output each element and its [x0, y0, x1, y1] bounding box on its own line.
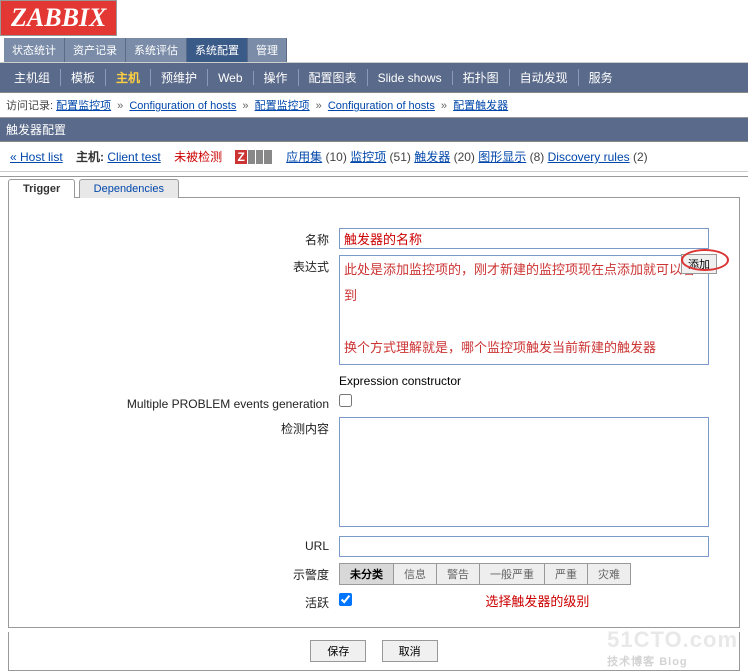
url-input[interactable]: [339, 536, 709, 557]
sub-tab[interactable]: 预维护: [151, 69, 208, 86]
sub-tab-row: 主机组模板主机预维护Web操作配置图表Slide shows拓扑图自动发现服务: [0, 63, 748, 93]
cancel-button[interactable]: 取消: [382, 640, 438, 662]
top-tab-row: 状态统计资产记录系统评估系统配置管理: [0, 38, 748, 63]
top-tab[interactable]: 系统配置: [187, 38, 248, 62]
breadcrumb-label: 访问记录:: [6, 100, 53, 112]
sub-tab[interactable]: 自动发现: [510, 69, 579, 86]
severity-option[interactable]: 警告: [436, 563, 480, 585]
breadcrumb: 访问记录: 配置监控项 » Configuration of hosts » 配…: [0, 93, 748, 118]
host-bar: « Host list 主机: Client test 未被检测 Z 应用集 (…: [0, 142, 748, 172]
sub-tab[interactable]: 配置图表: [299, 69, 368, 86]
sub-tab[interactable]: 主机: [106, 69, 151, 86]
detect-content-textarea[interactable]: [339, 417, 709, 527]
hostbar-item-link[interactable]: 应用集: [286, 150, 322, 164]
detect-content-label: 检测内容: [19, 417, 339, 437]
expression-constructor-link[interactable]: Expression constructor: [339, 374, 461, 388]
severity-option[interactable]: 灾难: [587, 563, 631, 585]
top-tab[interactable]: 管理: [248, 38, 287, 62]
status-badge: [264, 150, 271, 164]
severity-option[interactable]: 未分类: [339, 563, 394, 585]
severity-note: 选择触发器的级别: [485, 594, 589, 609]
save-button[interactable]: 保存: [310, 640, 366, 662]
not-detected-label: 未被检测: [174, 150, 222, 164]
name-input[interactable]: [339, 228, 709, 249]
breadcrumb-link[interactable]: 配置监控项: [255, 100, 310, 112]
inner-tabs: Trigger Dependencies: [0, 176, 748, 198]
sub-tab[interactable]: 操作: [254, 69, 299, 86]
sub-tab[interactable]: 主机组: [4, 69, 61, 86]
sub-tab[interactable]: 服务: [579, 69, 623, 86]
severity-option[interactable]: 一般严重: [479, 563, 545, 585]
top-tab[interactable]: 系统评估: [126, 38, 187, 62]
status-badge: [248, 150, 255, 164]
annotation-circle: [681, 249, 729, 271]
hostbar-item-link[interactable]: 触发器: [414, 150, 450, 164]
hostbar-item-link[interactable]: Discovery rules: [548, 150, 630, 164]
expression-label: 表达式: [19, 255, 339, 275]
trigger-form: 名称 表达式 添加 Expression constructor Multipl…: [8, 197, 740, 628]
severity-label: 示警度: [19, 563, 339, 583]
multi-problem-checkbox[interactable]: [339, 394, 352, 407]
breadcrumb-link[interactable]: 配置触发器: [453, 100, 508, 112]
sub-tab[interactable]: 拓扑图: [453, 69, 510, 86]
name-label: 名称: [19, 228, 339, 248]
status-badge: [256, 150, 263, 164]
active-checkbox[interactable]: [339, 593, 352, 606]
top-tab[interactable]: 状态统计: [4, 38, 65, 62]
url-label: URL: [19, 536, 339, 553]
sub-tab[interactable]: Web: [208, 71, 253, 85]
host-list-link[interactable]: « Host list: [10, 150, 63, 164]
breadcrumb-link[interactable]: Configuration of hosts: [129, 100, 236, 112]
sub-tab[interactable]: 模板: [61, 69, 106, 86]
tab-dependencies[interactable]: Dependencies: [79, 179, 179, 198]
tab-trigger[interactable]: Trigger: [8, 179, 75, 198]
severity-option[interactable]: 信息: [393, 563, 437, 585]
severity-option[interactable]: 严重: [544, 563, 588, 585]
z-badge: Z: [235, 150, 246, 164]
hostbar-item-link[interactable]: 监控项: [350, 150, 386, 164]
top-tab[interactable]: 资产记录: [65, 38, 126, 62]
host-label: 主机:: [76, 150, 104, 164]
hostbar-item-link[interactable]: 图形显示: [478, 150, 526, 164]
section-header: 触发器配置: [0, 118, 748, 142]
logo: ZABBIX: [0, 0, 117, 36]
sub-tab[interactable]: Slide shows: [368, 71, 453, 85]
host-name-link[interactable]: Client test: [107, 150, 160, 164]
watermark: 51CTO.com 技术博客 Blog: [607, 627, 738, 669]
breadcrumb-link[interactable]: Configuration of hosts: [328, 100, 435, 112]
active-label: 活跃: [19, 591, 339, 611]
expression-textarea[interactable]: [339, 255, 709, 365]
breadcrumb-link[interactable]: 配置监控项: [56, 100, 111, 112]
multi-problem-label: Multiple PROBLEM events generation: [19, 394, 339, 411]
